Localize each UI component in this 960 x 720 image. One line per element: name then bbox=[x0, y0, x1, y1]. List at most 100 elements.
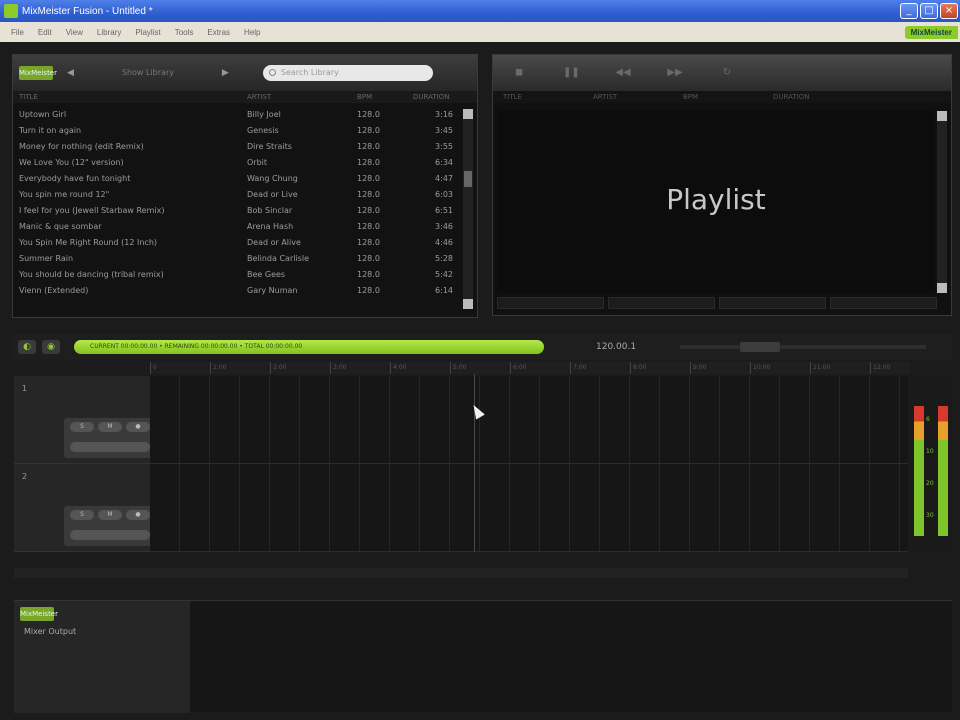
column-bpm[interactable]: BPM bbox=[357, 91, 413, 103]
library-logo: MixMeister bbox=[19, 66, 57, 80]
record-button[interactable]: ● bbox=[126, 422, 150, 432]
row-bpm: 128.0 bbox=[357, 286, 380, 295]
library-forward-arrow-icon[interactable]: ▶ bbox=[222, 68, 229, 78]
track-number: 2 bbox=[22, 472, 28, 481]
minimize-button[interactable]: _ bbox=[900, 3, 918, 19]
playlist-column-duration[interactable]: DURATION bbox=[773, 91, 863, 103]
mute-button[interactable]: M bbox=[98, 510, 122, 520]
playhead[interactable] bbox=[474, 374, 475, 552]
library-row[interactable]: Uptown Girl Billy Joel 128.0 3:16 bbox=[13, 107, 461, 123]
library-row[interactable]: You should be dancing (tribal remix) Bee … bbox=[13, 267, 461, 283]
row-artist: Dire Straits bbox=[247, 142, 292, 151]
meter-left bbox=[914, 406, 924, 536]
zoom-slider[interactable] bbox=[680, 342, 927, 352]
playlist-drop-area[interactable]: Playlist bbox=[497, 111, 935, 293]
volume-slider[interactable] bbox=[70, 530, 150, 540]
mute-button[interactable]: M bbox=[98, 422, 122, 432]
window-title: MixMeister Fusion - Untitled * bbox=[22, 5, 153, 17]
pause-icon[interactable]: ❚❚ bbox=[563, 67, 580, 79]
scroll-down-arrow-icon[interactable] bbox=[463, 299, 473, 309]
menu-help[interactable]: Help bbox=[237, 28, 267, 37]
column-artist[interactable]: ARTIST bbox=[247, 91, 357, 103]
library-row[interactable]: Vienn (Extended) Gary Numan 128.0 6:14 bbox=[13, 283, 461, 299]
meter-scale-label: 6 bbox=[926, 416, 930, 423]
library-row[interactable]: We Love You (12" version) Orbit 128.0 6:34 bbox=[13, 155, 461, 171]
row-duration: 5:28 bbox=[435, 254, 453, 263]
playlist-panel: ◼ ❚❚ ◀◀ ▶▶ ↻ TITLE ARTIST BPM DURATION P… bbox=[492, 54, 952, 316]
track-lane-1[interactable] bbox=[150, 376, 908, 464]
playlist-scroll-up-arrow-icon[interactable] bbox=[937, 111, 947, 121]
timeline-scrollbar[interactable] bbox=[14, 568, 908, 578]
library-row[interactable]: Turn it on again Genesis 128.0 3:45 bbox=[13, 123, 461, 139]
menu-library[interactable]: Library bbox=[90, 28, 128, 37]
ruler-tick: 9:00 bbox=[690, 362, 706, 374]
scroll-up-arrow-icon[interactable] bbox=[463, 109, 473, 119]
library-row[interactable]: Manic & que sombar Arena Hash 128.0 3:46 bbox=[13, 219, 461, 235]
timeline-view-icon[interactable]: ◐ bbox=[18, 340, 36, 354]
row-title: We Love You (12" version) bbox=[19, 158, 124, 167]
row-bpm: 128.0 bbox=[357, 174, 380, 183]
record-button[interactable]: ● bbox=[126, 510, 150, 520]
row-duration: 3:55 bbox=[435, 142, 453, 151]
menu-file[interactable]: File bbox=[4, 28, 31, 37]
library-scroll-thumb[interactable] bbox=[464, 171, 472, 187]
row-duration: 5:42 bbox=[435, 270, 453, 279]
row-title: Turn it on again bbox=[19, 126, 82, 135]
effects-panel: MixMeister Mixer Output bbox=[14, 600, 952, 713]
track-controls: S M ● bbox=[64, 418, 156, 458]
row-duration: 3:45 bbox=[435, 126, 453, 135]
ruler-tick: 7:00 bbox=[570, 362, 586, 374]
row-artist: Dead or Live bbox=[247, 190, 298, 199]
row-artist: Bee Gees bbox=[247, 270, 286, 279]
solo-button[interactable]: S bbox=[70, 422, 94, 432]
menu-extras[interactable]: Extras bbox=[200, 28, 237, 37]
loop-icon[interactable]: ↻ bbox=[719, 67, 735, 79]
library-scrollbar[interactable] bbox=[463, 109, 473, 309]
track-number: 1 bbox=[22, 384, 28, 393]
search-input[interactable]: Search Library bbox=[262, 65, 433, 81]
library-row[interactable]: Everybody have fun tonight Wang Chung 128.… bbox=[13, 171, 461, 187]
stop-icon[interactable]: ◼ bbox=[511, 67, 527, 79]
ruler-tick: 5:00 bbox=[450, 362, 466, 374]
library-row[interactable]: Money for nothing (edit Remix) Dire Strai… bbox=[13, 139, 461, 155]
column-title[interactable]: TITLE bbox=[19, 91, 247, 103]
row-bpm: 128.0 bbox=[357, 254, 380, 263]
meter-scale-label: 30 bbox=[926, 512, 934, 519]
playlist-column-artist[interactable]: ARTIST bbox=[593, 91, 683, 103]
menu-playlist[interactable]: Playlist bbox=[128, 28, 167, 37]
row-bpm: 128.0 bbox=[357, 206, 380, 215]
timeline-mode-icon[interactable]: ◉ bbox=[42, 340, 60, 354]
rewind-icon[interactable]: ◀◀ bbox=[615, 67, 631, 79]
volume-slider[interactable] bbox=[70, 442, 150, 452]
row-title: Money for nothing (edit Remix) bbox=[19, 142, 144, 151]
ruler-tick: 4:00 bbox=[390, 362, 406, 374]
menu-tools[interactable]: Tools bbox=[168, 28, 201, 37]
playlist-column-title[interactable]: TITLE bbox=[503, 91, 593, 103]
library-row[interactable]: Summer Rain Belinda Carlisle 128.0 5:28 bbox=[13, 251, 461, 267]
tempo-readout[interactable]: 120.00.1 bbox=[596, 342, 636, 352]
fast-forward-icon[interactable]: ▶▶ bbox=[667, 67, 683, 79]
zoom-slider-knob[interactable] bbox=[740, 342, 781, 352]
meter-right bbox=[938, 406, 948, 536]
maximize-button[interactable]: □ bbox=[920, 3, 938, 19]
playlist-footer-cell bbox=[608, 297, 715, 309]
close-button[interactable]: × bbox=[940, 3, 958, 19]
library-row[interactable]: You Spin Me Right Round (12 Inch) Dead or… bbox=[13, 235, 461, 251]
ruler-tick: 6:00 bbox=[510, 362, 526, 374]
row-bpm: 128.0 bbox=[357, 126, 380, 135]
playlist-scrollbar[interactable] bbox=[937, 111, 947, 293]
library-selector[interactable]: Show Library bbox=[88, 66, 208, 80]
playlist-column-bpm[interactable]: BPM bbox=[683, 91, 773, 103]
playlist-scroll-down-arrow-icon[interactable] bbox=[937, 283, 947, 293]
solo-button[interactable]: S bbox=[70, 510, 94, 520]
track-lane-2[interactable] bbox=[150, 464, 908, 552]
search-icon bbox=[268, 69, 276, 76]
menu-view[interactable]: View bbox=[59, 28, 90, 37]
library-back-arrow-icon[interactable]: ◀ bbox=[67, 68, 74, 78]
menu-edit[interactable]: Edit bbox=[31, 28, 59, 37]
library-row[interactable]: I feel for you (Jewell Starbaw Remix) Bob… bbox=[13, 203, 461, 219]
timeline-ruler[interactable]: 0 1:00 2:00 3:00 4:00 5:00 6:00 7:00 8:00 9:00 10:… bbox=[150, 362, 910, 374]
column-duration[interactable]: DURATION bbox=[413, 91, 459, 103]
row-title: Summer Rain bbox=[19, 254, 74, 263]
library-row[interactable]: You spin me round 12" Dead or Live 128.0 6:… bbox=[13, 187, 461, 203]
